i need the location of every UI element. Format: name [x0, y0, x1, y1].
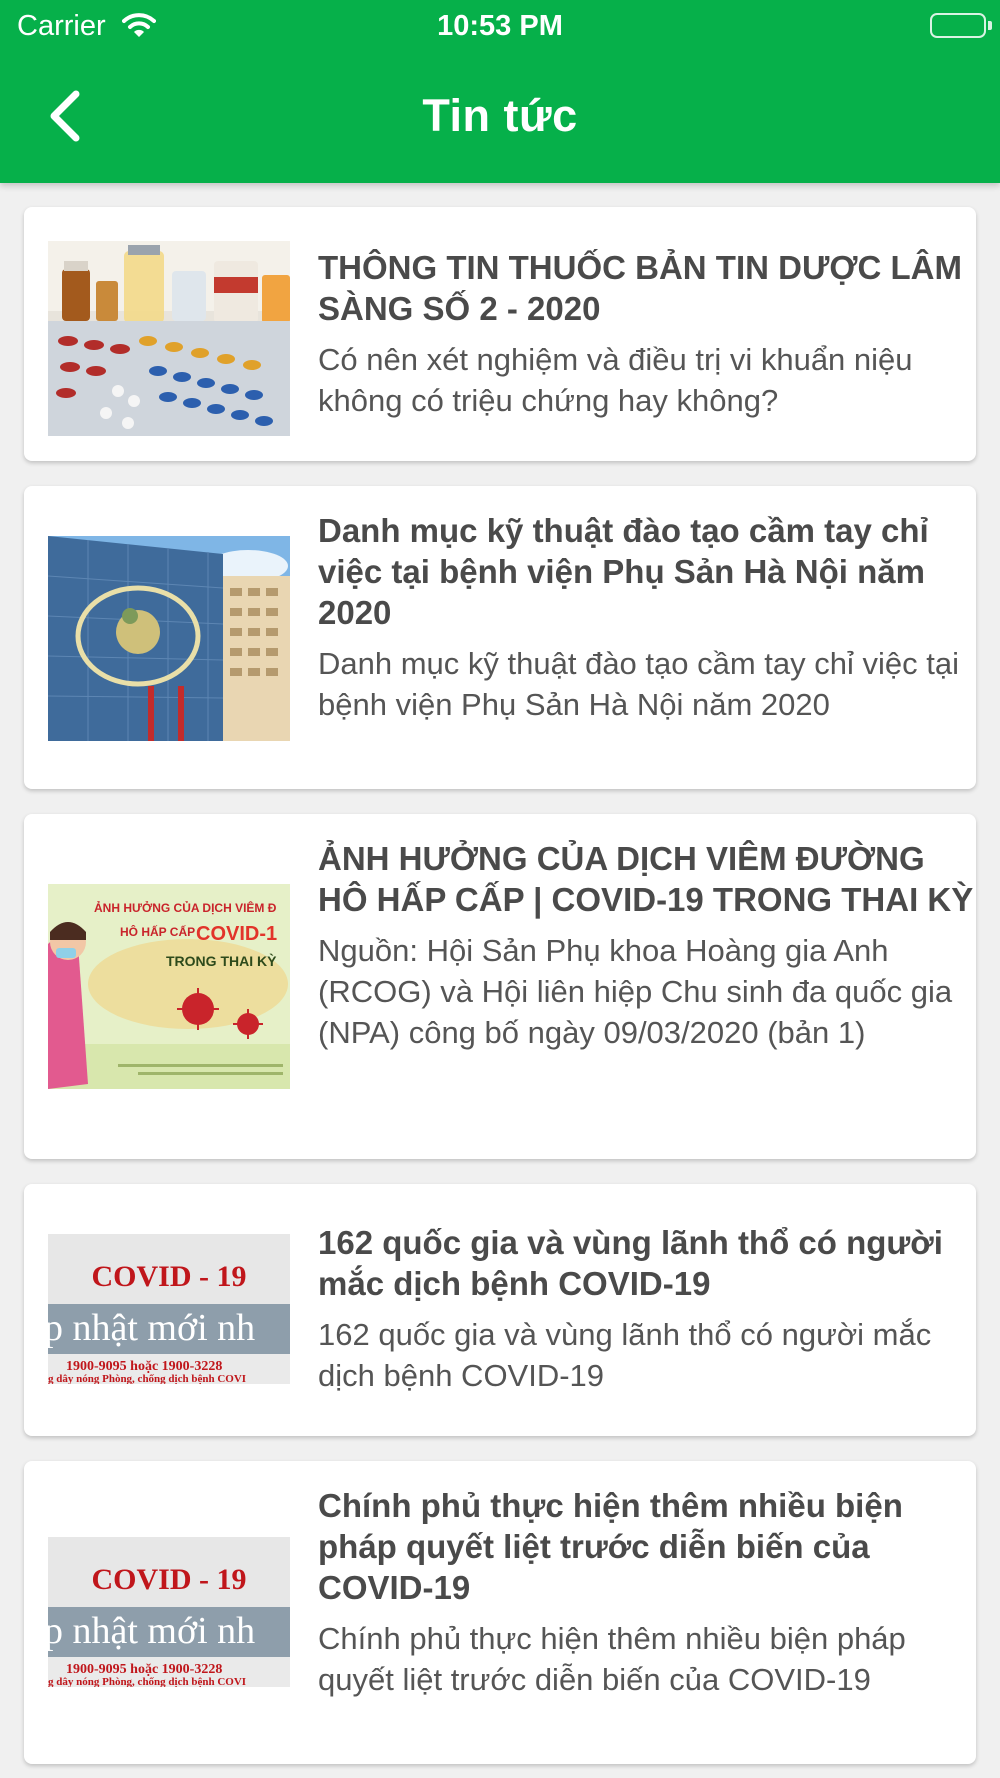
- covid-pregnancy-image: ẢNH HƯỞNG CỦA DỊCH VIÊM Đ HÔ HẤP CẤP COV…: [48, 884, 290, 1089]
- image-caption-line: COVID-1: [196, 923, 277, 945]
- image-caption-line: p nhật mới nh: [48, 1610, 255, 1652]
- image-caption-line: g dây nóng Phòng, chống dịch bệnh COVI: [48, 1676, 246, 1687]
- hospital-building-image: [48, 536, 290, 741]
- news-card[interactable]: Danh mục kỹ thuật đào tạo cầm tay chỉ vi…: [24, 486, 976, 789]
- medicine-pills-image: [48, 241, 290, 436]
- news-description: Danh mục kỹ thuật đào tạo cầm tay chỉ vi…: [318, 646, 959, 722]
- news-card-text: Danh mục kỹ thuật đào tạo cầm tay chỉ vi…: [318, 510, 978, 725]
- news-description: 162 quốc gia và vùng lãnh thổ có người m…: [318, 1317, 932, 1393]
- news-card-text: Chính phủ thực hiện thêm nhiều biện pháp…: [318, 1485, 978, 1700]
- news-card[interactable]: COVID - 19 p nhật mới nh 1900-9095 hoặc …: [24, 1461, 976, 1764]
- news-card-text: 162 quốc gia và vùng lãnh thổ có người m…: [318, 1222, 978, 1396]
- status-bar: Carrier 10:53 PM: [0, 0, 1000, 50]
- navigation-header: Carrier 10:53 PM Tin tức: [0, 0, 1000, 183]
- news-title: Chính phủ thực hiện thêm nhiều biện pháp…: [318, 1487, 903, 1606]
- news-card[interactable]: COVID - 19 p nhật mới nh 1900-9095 hoặc …: [24, 1184, 976, 1436]
- image-caption-line: 1900-9095 hoặc 1900-3228: [66, 1662, 222, 1677]
- battery-icon: [930, 13, 992, 38]
- news-description: Chính phủ thực hiện thêm nhiều biện pháp…: [318, 1621, 906, 1697]
- news-description: Nguồn: Hội Sản Phụ khoa Hoàng gia Anh (R…: [318, 933, 953, 1050]
- news-title: 162 quốc gia và vùng lãnh thổ có người m…: [318, 1224, 943, 1302]
- covid-hotline-image: COVID - 19 p nhật mới nh 1900-9095 hoặc …: [48, 1234, 290, 1384]
- news-title: Danh mục kỹ thuật đào tạo cầm tay chỉ vi…: [318, 512, 929, 631]
- image-caption-line: p nhật mới nh: [48, 1307, 255, 1349]
- news-card-text: ẢNH HƯỞNG CỦA DỊCH VIÊM ĐƯỜNG HÔ HẤP CẤP…: [318, 838, 978, 1053]
- page-title: Tin tức: [422, 90, 578, 141]
- image-caption-line: HÔ HẤP CẤP: [120, 924, 195, 939]
- image-caption-line: COVID - 19: [92, 1563, 247, 1596]
- news-title: THÔNG TIN THUỐC BẢN TIN DƯỢC LÂM SÀNG SỐ…: [318, 249, 962, 327]
- news-card-text: THÔNG TIN THUỐC BẢN TIN DƯỢC LÂM SÀNG SỐ…: [318, 247, 978, 421]
- news-card[interactable]: ẢNH HƯỞNG CỦA DỊCH VIÊM Đ HÔ HẤP CẤP COV…: [24, 814, 976, 1159]
- news-title: ẢNH HƯỞNG CỦA DỊCH VIÊM ĐƯỜNG HÔ HẤP CẤP…: [318, 840, 974, 918]
- image-caption-line: g dây nóng Phòng, chống dịch bệnh COVI: [48, 1373, 246, 1384]
- image-caption-line: ẢNH HƯỞNG CỦA DỊCH VIÊM Đ: [94, 900, 277, 915]
- clock-label: 10:53 PM: [437, 10, 563, 42]
- image-caption-line: 1900-9095 hoặc 1900-3228: [66, 1359, 222, 1374]
- covid-hotline-image: COVID - 19 p nhật mới nh 1900-9095 hoặc …: [48, 1537, 290, 1687]
- image-caption-line: TRONG THAI KỲ: [166, 952, 277, 969]
- news-card[interactable]: THÔNG TIN THUỐC BẢN TIN DƯỢC LÂM SÀNG SỐ…: [24, 207, 976, 461]
- image-caption-line: COVID - 19: [92, 1260, 247, 1293]
- news-description: Có nên xét nghiệm và điều trị vi khuẩn n…: [318, 342, 913, 418]
